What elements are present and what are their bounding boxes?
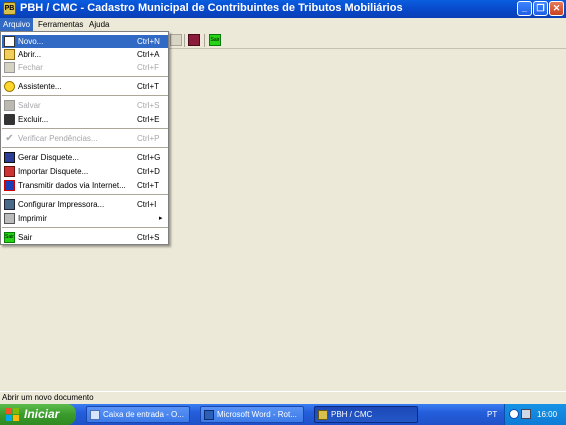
menu-separator	[2, 194, 168, 195]
menu-item-novo[interactable]: Novo... Ctrl+N	[2, 35, 168, 48]
printer-icon	[4, 213, 15, 224]
task-label: Caixa de entrada - O...	[103, 410, 184, 419]
trash-icon	[4, 114, 15, 125]
task-word[interactable]: Microsoft Word - Rot...	[200, 406, 304, 423]
menu-item-gerar-disquete[interactable]: Gerar Disquete... Ctrl+G	[2, 151, 168, 164]
menu-item-excluir[interactable]: Excluir... Ctrl+E	[2, 113, 168, 126]
start-button[interactable]: Iniciar	[0, 404, 76, 425]
app-icon	[318, 410, 328, 420]
windows-flag-icon	[6, 408, 19, 421]
title-bar: PB PBH / CMC - Cadastro Municipal de Con…	[0, 0, 566, 18]
floppy-disk-icon	[4, 152, 15, 163]
import-disk-icon	[4, 166, 15, 177]
taskbar: Iniciar Caixa de entrada - O... Microsof…	[0, 404, 566, 425]
menu-item-sair[interactable]: Sair Sair Ctrl+S	[2, 231, 168, 244]
menu-item-assistente[interactable]: Assistente... Ctrl+T	[2, 80, 168, 93]
menu-item-abrir[interactable]: Abrir... Ctrl+A	[2, 48, 168, 61]
menu-item-transmitir-dados[interactable]: Transmitir dados via Internet... Ctrl+T	[2, 179, 168, 192]
word-icon	[204, 410, 214, 420]
task-label: Microsoft Word - Rot...	[217, 410, 297, 419]
system-tray: 16:00	[504, 404, 566, 425]
menu-bar: Arquivo Ferramentas Ajuda	[0, 18, 566, 31]
lightbulb-icon	[4, 81, 15, 92]
menu-item-salvar: Salvar Ctrl+S	[2, 99, 168, 112]
exit-icon: Sair	[4, 232, 15, 243]
task-label: PBH / CMC	[331, 410, 373, 419]
minimize-button[interactable]: _	[517, 1, 532, 16]
network-tray-icon[interactable]	[509, 409, 519, 419]
submenu-arrow-icon: ▸	[159, 215, 163, 222]
open-folder-icon	[4, 49, 15, 60]
window-title: PBH / CMC - Cadastro Municipal de Contri…	[20, 2, 403, 14]
book-icon[interactable]	[188, 34, 200, 46]
status-bar: Abrir um novo documento	[0, 391, 566, 404]
close-document-icon	[4, 62, 15, 73]
task-pbh-cmc[interactable]: PBH / CMC	[314, 406, 418, 423]
language-indicator[interactable]: PT	[487, 404, 497, 425]
menu-item-imprimir[interactable]: Imprimir ▸	[2, 212, 168, 225]
menu-separator	[2, 76, 168, 77]
task-outlook[interactable]: Caixa de entrada - O...	[86, 406, 190, 423]
start-label: Iniciar	[24, 407, 60, 421]
menu-item-importar-disquete[interactable]: Importar Disquete... Ctrl+D	[2, 165, 168, 178]
menu-separator	[2, 147, 168, 148]
checkmark-icon: ✔	[5, 133, 14, 144]
menu-item-verificar-pendencias: ✔ Verificar Pendências... Ctrl+P	[5, 133, 160, 144]
new-document-icon	[4, 36, 15, 47]
toolbar-separator	[204, 34, 205, 47]
menu-item-fechar: Fechar Ctrl+F	[2, 61, 168, 74]
close-button[interactable]: ✕	[549, 1, 564, 16]
security-tray-icon[interactable]	[521, 409, 531, 419]
menu-item-configurar-impressora[interactable]: Configurar Impressora... Ctrl+I	[2, 198, 168, 211]
app-icon[interactable]: PB	[3, 2, 16, 15]
menu-ferramentas[interactable]: Ferramentas	[35, 18, 86, 31]
menu-separator	[2, 128, 168, 129]
menu-separator	[2, 227, 168, 228]
arquivo-menu: Novo... Ctrl+N Abrir... Ctrl+A Fechar Ct…	[0, 31, 169, 245]
toolbar-separator	[184, 34, 185, 47]
menu-separator	[2, 95, 168, 96]
clock[interactable]: 16:00	[537, 404, 557, 425]
menu-arquivo[interactable]: Arquivo	[0, 18, 34, 31]
printer-setup-icon	[4, 199, 15, 210]
menu-ajuda[interactable]: Ajuda	[86, 18, 112, 31]
mail-icon	[90, 410, 100, 420]
maximize-button[interactable]: ❐	[533, 1, 548, 16]
network-icon	[4, 180, 15, 191]
save-icon	[4, 100, 15, 111]
exit-toolbar-button[interactable]: Sair	[209, 34, 221, 46]
toolbar-disabled-icon	[170, 34, 182, 46]
